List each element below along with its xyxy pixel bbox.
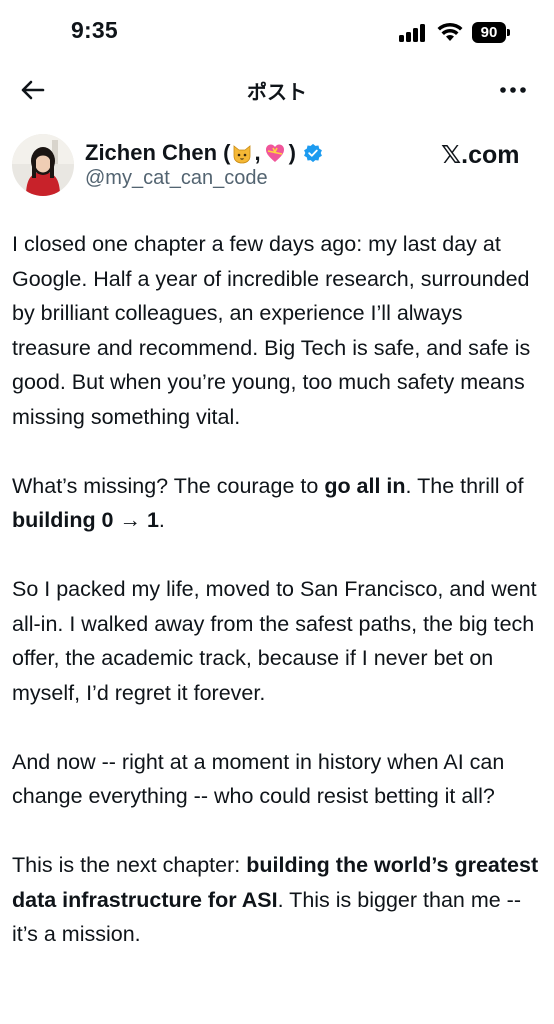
wifi-icon	[437, 22, 463, 41]
author-name-close: )	[288, 140, 296, 165]
cat-face-emoji-icon	[234, 145, 251, 164]
author-name-separator: ,	[254, 140, 261, 165]
page-title: ポスト	[247, 82, 307, 104]
more-icon[interactable]	[497, 76, 529, 104]
status-bar: 9:35 90	[0, 0, 554, 66]
verified-badge-icon	[303, 143, 322, 163]
avatar[interactable]	[12, 134, 74, 196]
heart-with-ribbon-emoji-icon	[265, 144, 284, 162]
battery-indicator: 90	[472, 22, 506, 43]
brand-watermark: 𝕏.com	[441, 141, 520, 169]
post-paragraph: What’s missing? The courage to go all in…	[12, 473, 524, 533]
post-paragraph: And now -- right at a moment in history …	[12, 749, 505, 809]
signal-icon	[399, 24, 429, 42]
post-body: I closed one chapter a few days ago: my …	[12, 227, 542, 986]
post-paragraph: So I packed my life, moved to San Franci…	[12, 577, 537, 705]
post-paragraph: This is the next chapter: building the w…	[12, 853, 539, 946]
status-time: 9:35	[71, 17, 118, 43]
author-name-text: Zichen Chen (	[85, 140, 231, 165]
author-name[interactable]: Zichen Chen ( , )	[85, 140, 323, 166]
battery-tip	[507, 29, 510, 36]
post-paragraph: I closed one chapter a few days ago: my …	[12, 232, 531, 429]
top-nav: ポスト	[0, 66, 554, 114]
author-handle[interactable]: @my_cat_can_code	[85, 167, 268, 190]
